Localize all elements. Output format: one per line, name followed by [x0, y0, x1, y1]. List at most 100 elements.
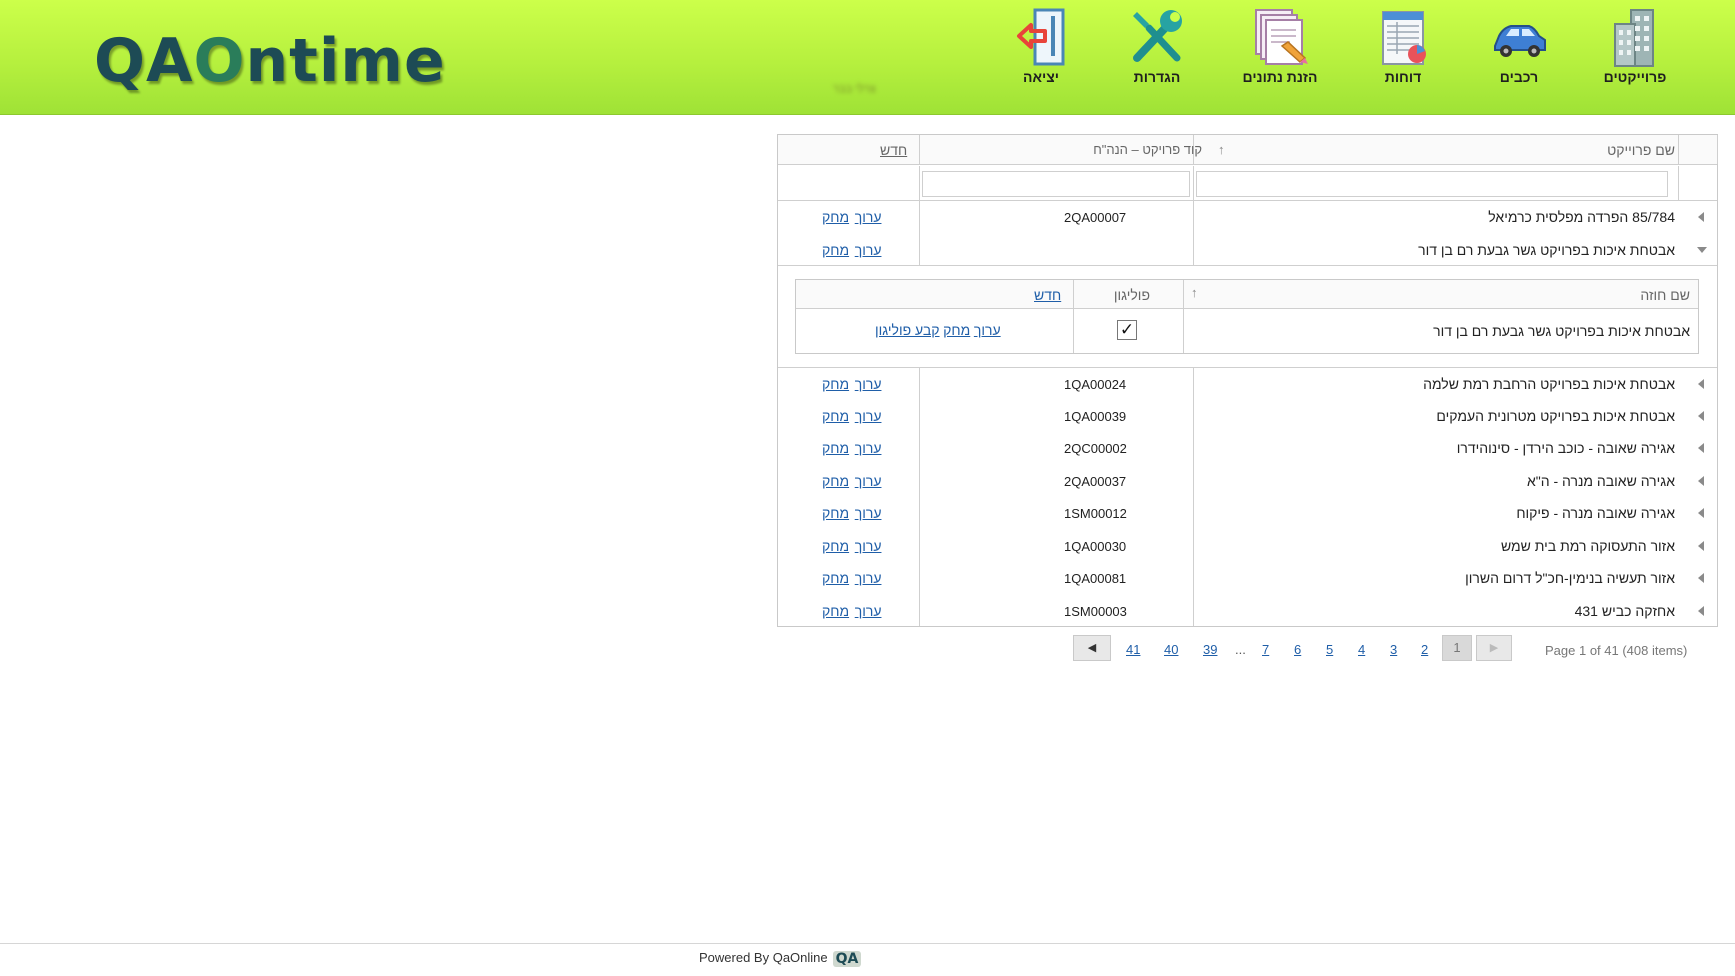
next-page-button[interactable]: ▶ [1476, 635, 1512, 661]
delete-link[interactable]: מחק [822, 209, 849, 225]
project-code: 1QA00024 [1064, 377, 1127, 392]
footer-logo: QA [832, 950, 862, 967]
nav-exit[interactable]: יציאה [986, 6, 1096, 86]
project-name: אבטחת איכות בפרויקט מטרונית העמקים [1436, 408, 1675, 424]
exit-icon [1017, 8, 1065, 66]
new-contract-link[interactable]: חדש [1034, 287, 1061, 303]
column-header-polygon[interactable]: פוליגון [1114, 287, 1150, 303]
table-row: אבטחת איכות בפרויקט מטרונית העמקים 1QA00… [778, 400, 1717, 432]
table-row: 85/784 הפרדה מפלסית כרמיאל 2QA00007 ערוך… [778, 201, 1717, 234]
table-row: אזור התעסוקה רמת בית שמש 1QA00030 ערוך מ… [778, 530, 1717, 562]
set-polygon-link[interactable]: קבע פוליגון [875, 322, 940, 338]
polygon-checkbox[interactable]: ✓ [1117, 320, 1137, 340]
page-link[interactable]: 39 [1203, 642, 1217, 657]
footer-divider [0, 943, 1735, 944]
page-link[interactable]: 2 [1421, 642, 1428, 657]
delete-link[interactable]: מחק [822, 603, 849, 619]
page-link[interactable]: 4 [1358, 642, 1365, 657]
edit-link[interactable]: ערוך [855, 570, 882, 586]
page-link[interactable]: 7 [1262, 642, 1269, 657]
expand-row-icon[interactable] [1698, 476, 1704, 486]
page-info: Page 1 of 41 (408 items) [1545, 643, 1688, 658]
column-header-project-code[interactable]: קוד פרויקט – הנה"ח [1093, 135, 1202, 164]
nav-projects[interactable]: פרוייקטים [1580, 6, 1690, 86]
expand-row-icon[interactable] [1698, 443, 1704, 453]
edit-link[interactable]: ערוך [855, 209, 882, 225]
contract-name: אבטחת איכות בפרויקט גשר גבעת רם בן דור [1433, 323, 1690, 339]
delete-link[interactable]: מחק [822, 440, 849, 456]
current-page: 1 [1442, 635, 1472, 661]
filter-project-code-input[interactable] [922, 171, 1190, 197]
data-entry-icon [1255, 9, 1308, 65]
column-header-contract-name[interactable]: שם חוזה [1640, 287, 1690, 303]
table-row-expanded: אבטחת איכות בפרויקט גשר גבעת רם בן דור ע… [778, 234, 1717, 266]
project-name: אבטחת איכות בפרויקט גשר גבעת רם בן דור [1418, 242, 1675, 258]
prev-page-button[interactable]: ◀ [1073, 635, 1111, 661]
footer: Powered By QaOnline QA [699, 950, 862, 967]
project-name: אזור תעשיה בנימין-חכ"ל דרום השרון [1465, 570, 1675, 586]
user-name: צרלי בבר [833, 83, 876, 95]
project-code: 1SM00012 [1064, 506, 1127, 521]
delete-link[interactable]: מחק [943, 322, 970, 338]
expand-row-icon[interactable] [1698, 212, 1704, 222]
edit-link[interactable]: ערוך [974, 322, 1001, 338]
project-code: 2QC00002 [1064, 441, 1127, 456]
page-link[interactable]: 5 [1326, 642, 1333, 657]
page-link[interactable]: 40 [1164, 642, 1178, 657]
table-row: אחזקה כביש 431 1SM00003 ערוך מחק [778, 595, 1717, 626]
project-name: אבטחת איכות בפרויקט הרחבת רמת שלמה [1423, 376, 1675, 392]
delete-link[interactable]: מחק [822, 473, 849, 489]
delete-link[interactable]: מחק [822, 242, 849, 258]
nav-settings[interactable]: הגדרות [1102, 6, 1212, 86]
edit-link[interactable]: ערוך [855, 603, 882, 619]
nav-exit-label: יציאה [1023, 69, 1059, 85]
delete-link[interactable]: מחק [822, 505, 849, 521]
edit-link[interactable]: ערוך [855, 473, 882, 489]
table-row: אגירה שאובה מנרה - ה"א 2QA00037 ערוך מחק [778, 465, 1717, 497]
edit-link[interactable]: ערוך [855, 440, 882, 456]
delete-link[interactable]: מחק [822, 538, 849, 554]
app-logo: QAOntime [94, 26, 446, 96]
column-header-project-name[interactable]: שם פרוייקט [1607, 135, 1675, 164]
project-code: 2QA00037 [1064, 474, 1127, 489]
edit-link[interactable]: ערוך [855, 505, 882, 521]
delete-link[interactable]: מחק [822, 570, 849, 586]
project-name: אזור התעסוקה רמת בית שמש [1500, 538, 1675, 554]
project-name: אחזקה כביש 431 [1574, 603, 1675, 619]
edit-link[interactable]: ערוך [855, 242, 882, 258]
car-icon [1494, 25, 1546, 57]
sort-icon[interactable]: ↑ [1191, 285, 1198, 300]
page-link[interactable]: 41 [1126, 642, 1140, 657]
nav-vehicles[interactable]: רכבים [1464, 6, 1574, 86]
edit-link[interactable]: ערוך [855, 538, 882, 554]
expand-row-icon[interactable] [1698, 508, 1704, 518]
nav-reports[interactable]: דוחות [1348, 6, 1458, 86]
nav-data-entry[interactable]: הזנת נתונים [1225, 6, 1335, 86]
expand-row-icon[interactable] [1698, 379, 1704, 389]
edit-link[interactable]: ערוך [855, 408, 882, 424]
expand-row-icon[interactable] [1698, 411, 1704, 421]
collapse-row-icon[interactable] [1697, 247, 1707, 253]
delete-link[interactable]: מחק [822, 376, 849, 392]
detail-row: אבטחת איכות בפרויקט גשר גבעת רם בן דור ✓… [796, 309, 1698, 353]
contracts-detail-grid: שם חוזה ↑ פוליגון חדש אבטחת איכות בפרויק… [795, 279, 1699, 354]
expand-row-icon[interactable] [1698, 541, 1704, 551]
delete-link[interactable]: מחק [822, 408, 849, 424]
nav-settings-label: הגדרות [1133, 69, 1181, 85]
project-name: אגירה שאובה מנרה - פיקוח [1516, 505, 1675, 521]
expand-row-icon[interactable] [1698, 606, 1704, 616]
buildings-icon [1614, 9, 1654, 67]
expand-row-icon[interactable] [1698, 573, 1704, 583]
nav-projects-label: פרוייקטים [1603, 69, 1667, 85]
pager: ◀ 41 40 39 ... 7 6 5 4 3 2 1 ▶ Page 1 of… [0, 635, 1735, 663]
sort-icon[interactable]: ↑ [1218, 135, 1225, 164]
table-row: אבטחת איכות בפרויקט הרחבת רמת שלמה 1QA00… [778, 367, 1717, 400]
filter-project-name-input[interactable] [1196, 171, 1668, 197]
edit-link[interactable]: ערוך [855, 376, 882, 392]
new-project-link[interactable]: חדש [880, 135, 907, 164]
project-name: אגירה שאובה - כוכב הירדן - סינוהידרו [1456, 440, 1675, 456]
project-code: 1QA00030 [1064, 539, 1127, 554]
project-name: 85/784 הפרדה מפלסית כרמיאל [1488, 209, 1675, 225]
page-link[interactable]: 3 [1390, 642, 1397, 657]
page-link[interactable]: 6 [1294, 642, 1301, 657]
